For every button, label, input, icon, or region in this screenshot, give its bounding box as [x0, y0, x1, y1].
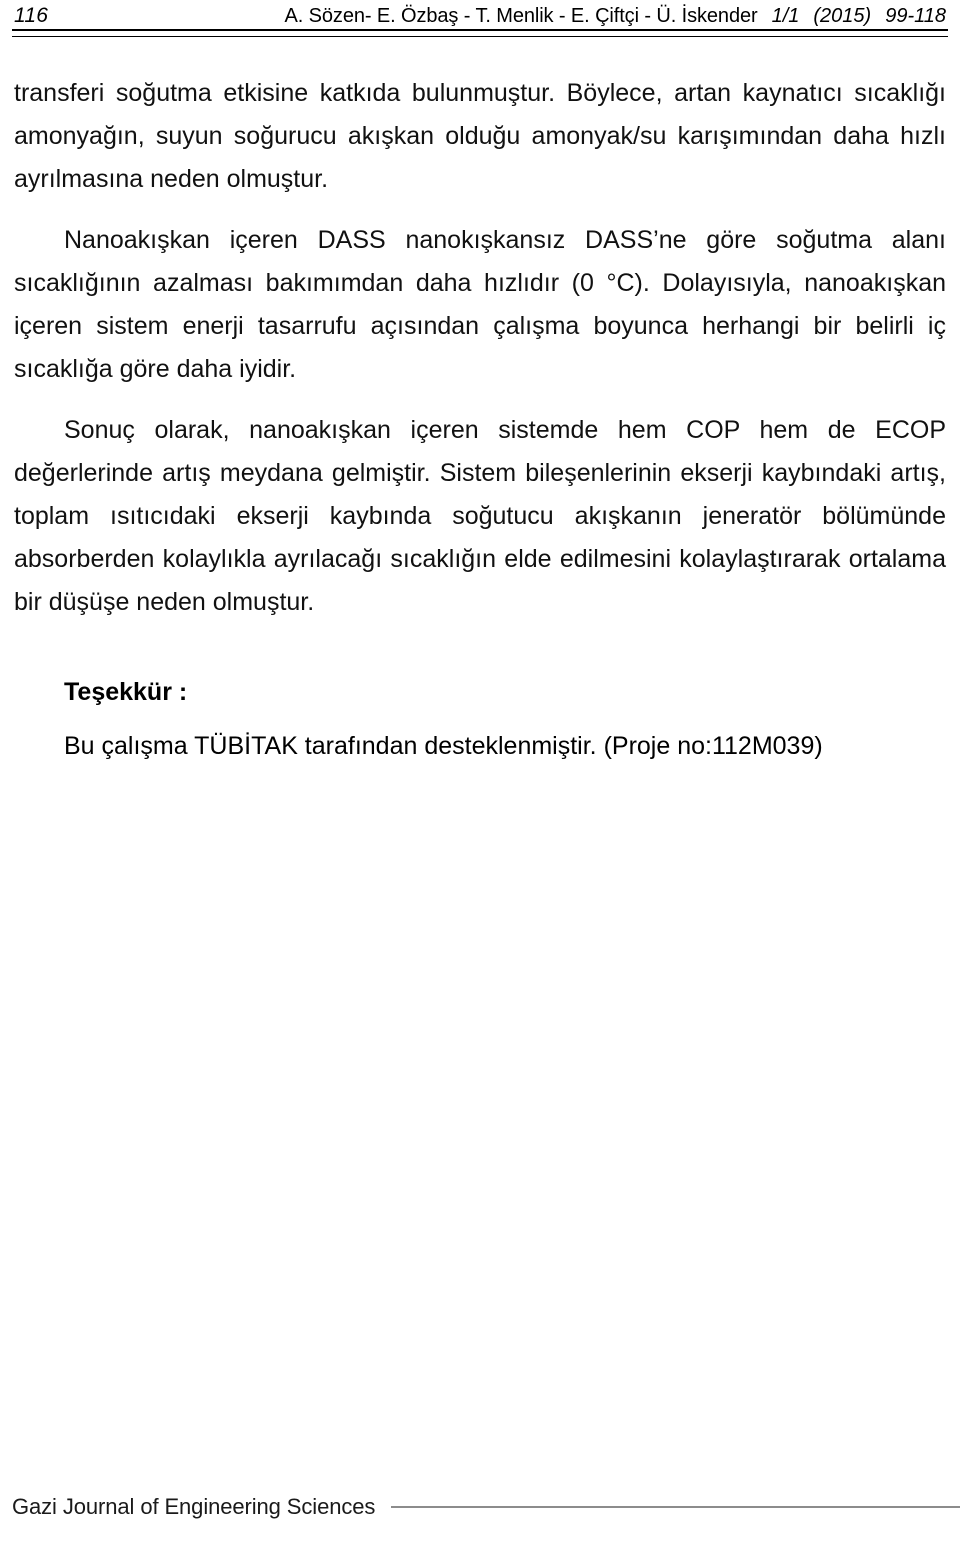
paragraph-nanofluid-cooling: Nanoakışkan içeren DASS nanokışkansız DA… [14, 226, 946, 383]
paragraph-continuation: transferi soğutma etkisine katkıda bulun… [14, 79, 946, 193]
page-number: 116 [14, 4, 49, 27]
header-divider [12, 29, 948, 37]
page-footer: Gazi Journal of Engineering Sciences [12, 1494, 960, 1520]
running-head-authors: A. Sözen- E. Özbaş - T. Menlik - E. Çift… [284, 5, 758, 27]
citation-line: A. Sözen- E. Özbaş - T. Menlik - E. Çift… [285, 5, 947, 28]
document-page: 116 A. Sözen- E. Özbaş - T. Menlik - E. … [0, 0, 960, 1542]
running-head: 116 A. Sözen- E. Özbaş - T. Menlik - E. … [14, 4, 946, 30]
article-body: transferi soğutma etkisine katkıda bulun… [14, 72, 946, 766]
running-head-pages: 99-118 [885, 5, 946, 27]
running-head-volume-issue: 1/1 [771, 5, 800, 27]
paragraph-conclusion: Sonuç olarak, nanoakışkan içeren sistemd… [14, 416, 946, 616]
running-head-year: (2015) [813, 5, 872, 27]
footer-journal-name: Gazi Journal of Engineering Sciences [12, 1494, 376, 1519]
acknowledgement-text: Bu çalışma TÜBİTAK tarafından desteklenm… [64, 732, 823, 760]
footer-divider [391, 1506, 960, 1508]
acknowledgement-heading: Teşekkür : [64, 678, 188, 706]
